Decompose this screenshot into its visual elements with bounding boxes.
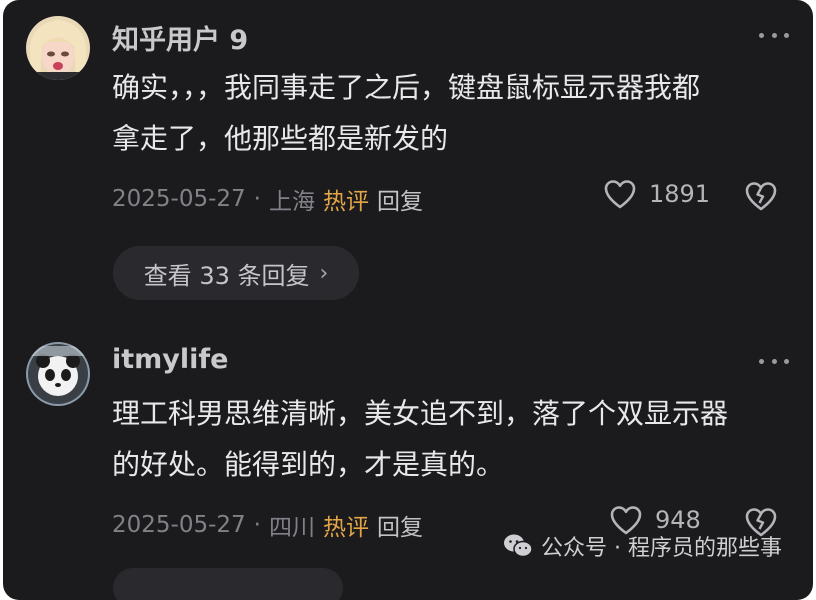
comment-text: 理工科男思维清晰，美女追不到，落了个双显示器 的好处。能得到的，才是真的。 [112,388,792,490]
dislike-button[interactable] [744,180,778,216]
comment-meta: 2025-05-27 · 上海 热评 回复 [112,182,423,216]
wechat-icon [504,534,533,558]
broken-heart-icon [745,182,777,211]
chevron-right-icon: › [319,260,329,286]
reply-button[interactable]: 回复 [377,508,423,542]
separator-dot: · [253,512,261,538]
separator-dot: · [253,186,261,212]
like-button[interactable]: 1891 [603,178,710,210]
comment-date: 2025-05-27 [112,512,246,538]
like-count: 1891 [649,180,711,208]
comment-text: 确实，，，我同事走了之后，键盘鼠标显示器我都 拿走了，他那些都是新发的 [112,62,792,164]
comment-location: 上海 [268,189,315,215]
comment-line: 拿走了，他那些都是新发的 [112,122,449,155]
hot-badge: 热评 [322,189,369,215]
more-dots-icon[interactable] [759,28,789,42]
username[interactable]: 知乎用户 9 [112,18,248,57]
avatar[interactable] [26,16,90,80]
username[interactable]: itmylife [112,344,228,375]
avatar-panda-image [26,342,90,406]
comment-line: 确实，，，我同事走了之后，键盘鼠标显示器我都 [112,71,701,104]
comment-meta: 2025-05-27 · 四川 热评 回复 [112,508,423,542]
comment-line: 理工科男思维清晰，美女追不到，落了个双显示器 [112,397,729,430]
watermark-text: 公众号 · 程序员的那些事 [541,536,782,561]
view-replies-button[interactable]: 查看 33 条回复 › [113,246,359,300]
more-dots-icon[interactable] [759,354,789,368]
reply-button[interactable]: 回复 [377,182,423,216]
comment-location: 四川 [268,515,315,541]
hot-badge: 热评 [322,515,369,541]
view-replies-label: 查看 33 条回复 [143,261,310,290]
comments-panel: 知乎用户 9 确实，，，我同事走了之后，键盘鼠标显示器我都 拿走了，他那些都是新… [3,0,813,600]
avatar-anime-girl-image [26,16,90,80]
comment-line: 的好处。能得到的，才是真的。 [112,448,505,481]
heart-icon [604,180,636,209]
comment-date: 2025-05-27 [112,186,246,212]
avatar[interactable] [26,342,90,406]
view-replies-button[interactable] [113,568,343,600]
watermark: 公众号 · 程序员的那些事 [503,530,782,562]
